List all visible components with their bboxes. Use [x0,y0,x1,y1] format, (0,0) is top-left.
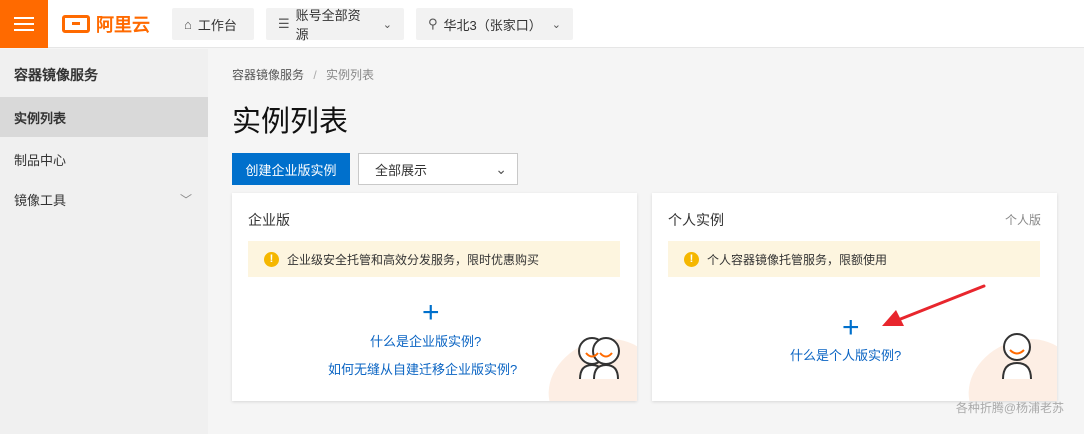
what-is-personal-link[interactable]: 什么是个人版实例? [790,345,901,364]
sidebar: 容器镜像服务 实例列表 制品中心 镜像工具 ﹀ [0,49,208,434]
brand-logo[interactable]: 阿里云 [62,12,150,36]
watermark: 各种折腾@杨浦老苏 [955,401,1064,415]
breadcrumb-root[interactable]: 容器镜像服务 [232,68,304,82]
workbench-label: 工作台 [197,17,237,33]
sidebar-item-artifact-center[interactable]: 制品中心 [0,139,208,179]
what-is-enterprise-link[interactable]: 什么是企业版实例? [370,331,481,350]
sidebar-item-label: 镜像工具 [14,192,67,208]
personal-edition-tag: 个人版 [1004,213,1041,227]
location-pin-icon: ⚲ [428,16,438,31]
migrate-to-enterprise-link[interactable]: 如何无缝从自建迁移企业版实例? [328,359,517,378]
chevron-down-icon: ⌄ [495,161,507,177]
menu-icon-line [14,23,34,25]
sidebar-item-label: 实例列表 [14,110,67,126]
filter-select-value: 全部展示 [375,162,428,178]
chevron-down-icon: ⌄ [551,18,561,31]
personal-card: 个人实例 个人版 ! 个人容器镜像托管服务，限额使用 + 什么是个人版实例? [652,193,1057,401]
aliyun-logo-icon [62,15,90,33]
brand-name: 阿里云 [96,15,150,35]
add-enterprise-instance-icon[interactable]: + [422,298,440,328]
mascot-icon [1002,333,1032,380]
menu-icon-line [14,29,34,31]
breadcrumb-separator: / [313,68,317,82]
enterprise-card: 企业版 ! 企业级安全托管和高效分发服务，限时优惠购买 + 什么是企业版实例? … [232,193,637,401]
enterprise-notice: ! 企业级安全托管和高效分发服务，限时优惠购买 [248,241,620,277]
enterprise-notice-text: 企业级安全托管和高效分发服务，限时优惠购买 [287,252,540,267]
breadcrumb-current: 实例列表 [326,68,375,82]
region-selector-label: 华北3（张家口） [443,17,542,33]
filter-select[interactable]: 全部展示 ⌄ [358,153,518,185]
breadcrumb: 容器镜像服务 / 实例列表 [232,66,374,83]
warning-icon: ! [264,251,279,267]
annotation-arrow-icon [882,284,986,326]
sidebar-item-image-tools[interactable]: 镜像工具 ﹀ [0,179,208,219]
add-personal-instance-icon[interactable]: + [842,313,860,343]
personal-notice: ! 个人容器镜像托管服务，限额使用 [668,241,1040,277]
chevron-down-icon: ⌄ [382,18,392,31]
region-selector[interactable]: ⚲ 华北3（张家口） ⌄ [416,8,573,40]
create-enterprise-instance-button[interactable]: 创建企业版实例 [232,153,350,185]
personal-notice-text: 个人容器镜像托管服务，限额使用 [707,252,888,267]
personal-card-title: 个人实例 [668,212,724,228]
sidebar-item-instance-list[interactable]: 实例列表 [0,97,208,137]
resource-selector[interactable]: ☰ 账号全部资源 ⌄ [266,8,404,42]
resource-list-icon: ☰ [278,16,290,31]
mascot-pair-icon [578,337,620,380]
resource-selector-label: 账号全部资源 [295,8,361,42]
sidebar-title: 容器镜像服务 [14,67,98,83]
home-icon: ⌂ [184,16,192,32]
workbench-button[interactable]: ⌂ 工作台 [172,8,254,40]
menu-button[interactable] [0,0,48,48]
enterprise-card-title: 企业版 [248,212,290,228]
sidebar-item-label: 制品中心 [14,152,67,168]
menu-icon-line [14,17,34,19]
chevron-down-icon: ﹀ [179,192,192,207]
top-bar: 阿里云 ⌂ 工作台 ☰ 账号全部资源 ⌄ ⚲ 华北3（张家口） ⌄ [0,0,1084,48]
page-title: 实例列表 [232,106,349,138]
warning-icon: ! [684,251,699,267]
